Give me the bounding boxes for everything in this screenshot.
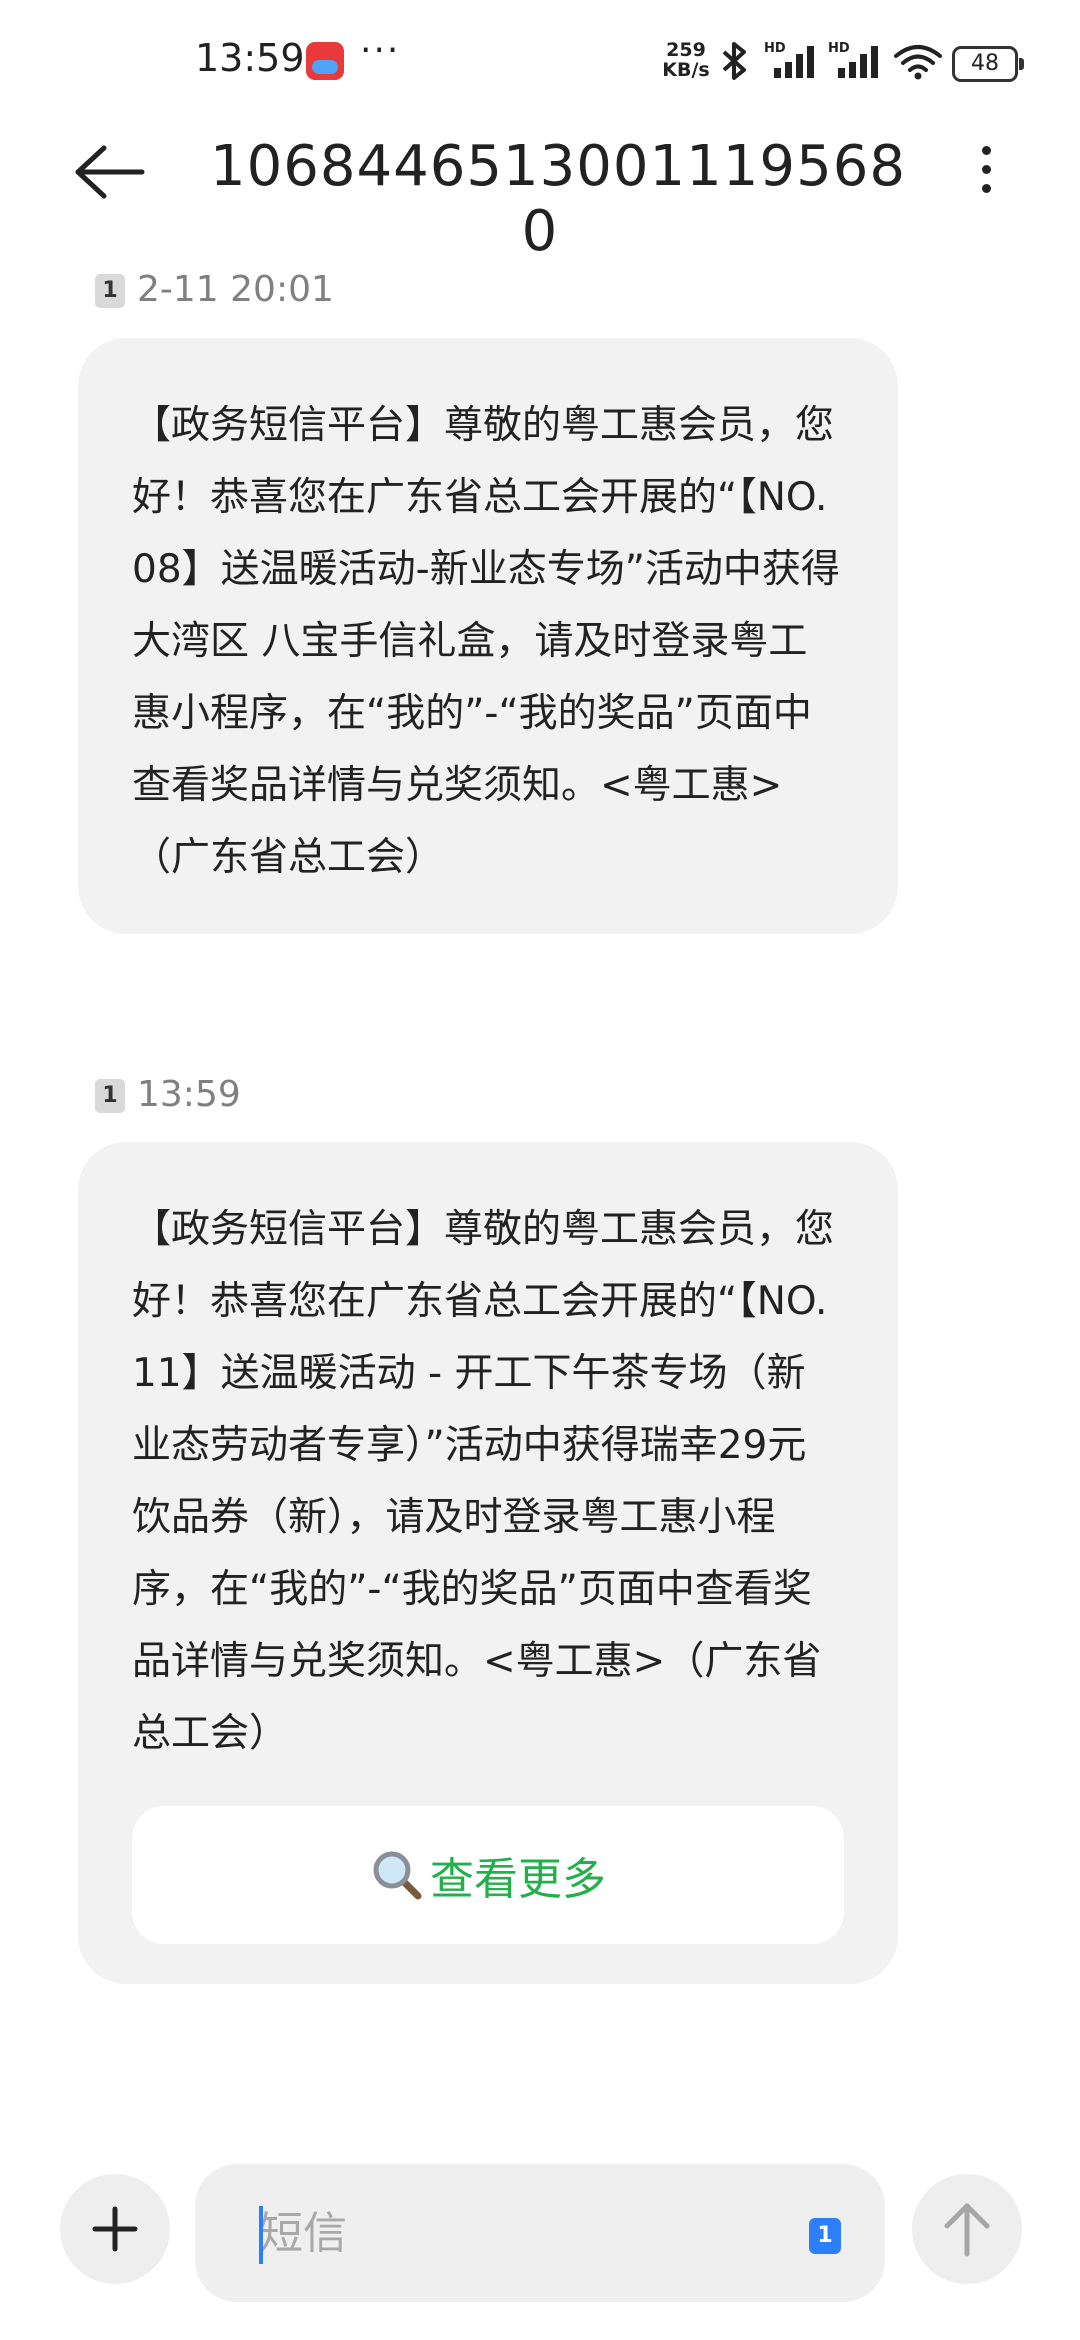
message-bubble[interactable]: 【政务短信平台】尊敬的粤工惠会员，您好！恭喜您在广东省总工会开展的“【NO.11… — [78, 1142, 898, 1984]
send-button[interactable] — [912, 2174, 1022, 2284]
svg-text:HD: HD — [764, 41, 786, 56]
status-time: 13:59 — [195, 36, 305, 80]
status-bar: 13:59 ··· 259 KB/s HD HD 48 — [0, 0, 1080, 120]
sim-select-icon[interactable]: 1 — [809, 2218, 841, 2254]
hd-signal-icon: HD — [828, 41, 878, 78]
wifi-icon — [894, 45, 942, 80]
message-text: 【政务短信平台】尊敬的粤工惠会员，您好！恭喜您在广东省总工会开展的“【NO.11… — [132, 1207, 835, 1756]
view-more-button[interactable]: 查看更多 — [132, 1806, 844, 1944]
composer-bar: 1 — [0, 2140, 1080, 2302]
app-notification-icon — [306, 42, 344, 80]
battery-icon: 48 — [952, 46, 1024, 82]
svg-text:HD: HD — [828, 41, 850, 56]
status-more: ··· — [360, 30, 401, 71]
timestamp-text: 2-11 20:01 — [137, 269, 334, 310]
add-attachment-button[interactable] — [60, 2174, 170, 2284]
magnifier-icon — [370, 1848, 424, 1902]
more-options-button[interactable] — [968, 140, 1004, 200]
back-button[interactable] — [72, 144, 148, 200]
message-timestamp: 1 13:59 — [95, 1075, 241, 1115]
message-input-container[interactable]: 1 — [195, 2164, 885, 2302]
hd-signal-icon: HD — [764, 41, 814, 78]
network-speed-unit: KB/s — [662, 59, 710, 81]
message-timestamp: 1 2-11 20:01 — [95, 270, 334, 310]
message-text: 【政务短信平台】尊敬的粤工惠会员，您好！恭喜您在广东省总工会开展的“【NO.08… — [132, 403, 840, 880]
sim-icon: 1 — [95, 274, 125, 308]
sim-icon: 1 — [95, 1079, 125, 1113]
page-title: 1068446513001119568​0 — [210, 134, 906, 264]
timestamp-text: 13:59 — [137, 1074, 241, 1115]
conversation-header: 1068446513001119568​0 — [0, 120, 1080, 264]
text-cursor — [259, 2206, 263, 2264]
arrow-left-icon — [75, 145, 145, 199]
bluetooth-icon — [722, 42, 746, 80]
message-bubble[interactable]: 【政务短信平台】尊敬的粤工惠会员，您好！恭喜您在广东省总工会开展的“【NO.08… — [78, 338, 898, 934]
plus-icon — [92, 2206, 138, 2252]
network-speed: 259 KB/s — [658, 40, 714, 80]
more-vertical-icon — [968, 146, 1004, 193]
network-speed-value: 259 — [666, 39, 706, 61]
message-input[interactable] — [257, 2200, 781, 2266]
view-more-label: 查看更多 — [430, 1854, 606, 1905]
arrow-up-icon — [944, 2203, 990, 2257]
